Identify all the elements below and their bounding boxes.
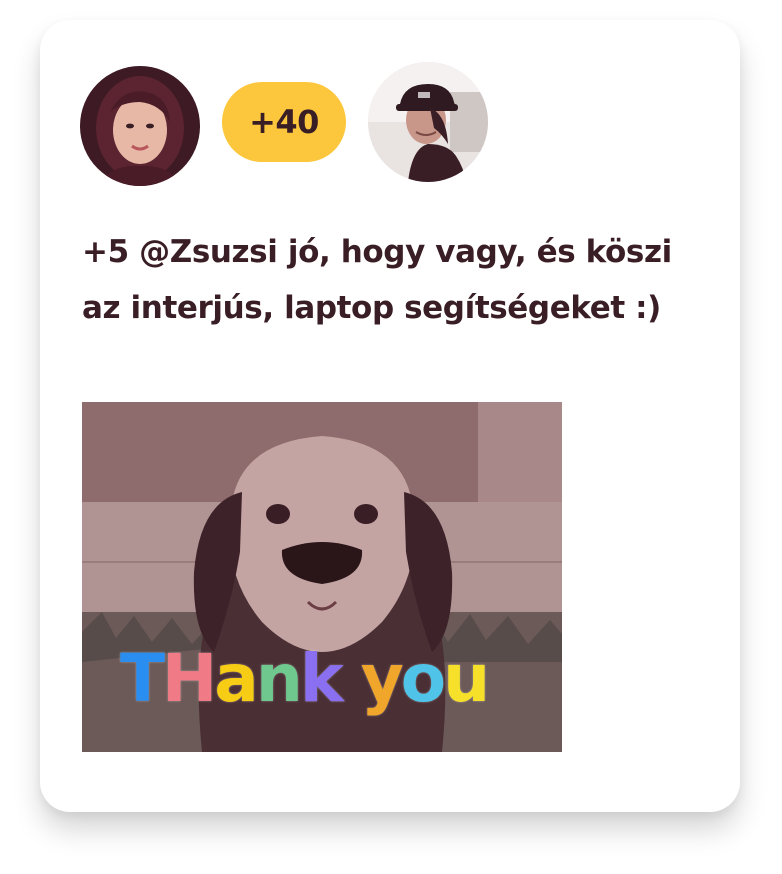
caption-letter: k	[299, 640, 344, 717]
caption-letter: n	[255, 640, 303, 717]
caption-letter: T	[120, 640, 165, 717]
woman-avatar-icon	[80, 66, 200, 186]
caption-letter	[341, 640, 361, 717]
thank-you-caption: THank you	[120, 646, 490, 712]
caption-letter: H	[162, 640, 217, 717]
caption-letter: u	[443, 640, 490, 717]
caption-letter: o	[400, 640, 446, 717]
man-with-cap-avatar-icon	[368, 62, 488, 182]
thank-you-gif[interactable]: THank you	[82, 402, 562, 752]
reaction-count-badge[interactable]: +40	[222, 82, 346, 162]
recipient-avatar[interactable]	[368, 62, 488, 182]
caption-letter: y	[360, 640, 404, 717]
message-text: +5 @Zsuzsi jó, hogy vagy, és köszi az in…	[82, 234, 672, 326]
sender-avatar[interactable]	[80, 66, 200, 186]
caption-letter: a	[214, 640, 259, 717]
post-card: +40 +5 @Zsuzsi jó, hogy vagy, és köszi a…	[40, 20, 740, 812]
